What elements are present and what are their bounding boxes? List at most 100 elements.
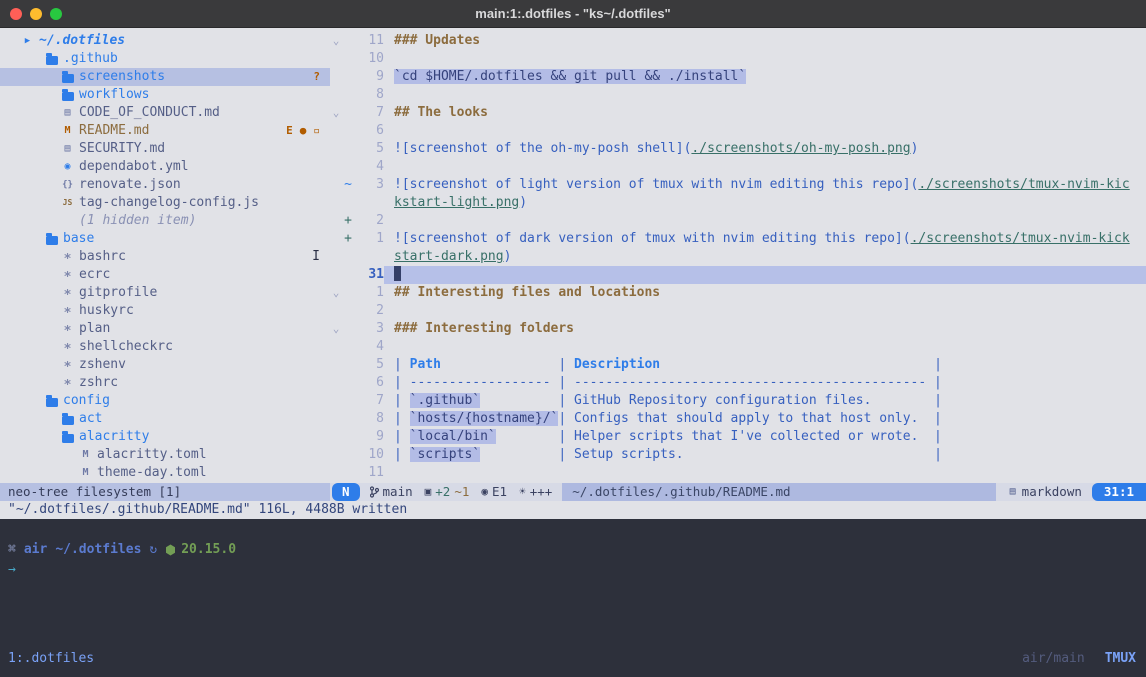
tree-item-github[interactable]: .github	[0, 50, 330, 68]
fold-marker	[330, 248, 342, 266]
tree-item-alacritty-toml[interactable]: Malacritty.toml	[0, 446, 330, 464]
git-branch[interactable]: main	[364, 483, 419, 501]
tree-item-bashrc[interactable]: ∗bashrcI	[0, 248, 330, 266]
tree-item-base[interactable]: base	[0, 230, 330, 248]
git-sign	[342, 86, 354, 104]
editor-line[interactable]: 6| ------------------ | ----------------…	[330, 374, 1146, 392]
tree-item-badges: ?	[313, 68, 320, 86]
tree-item-label: base	[63, 230, 94, 248]
line-text	[384, 86, 1146, 104]
tree-item-huskyrc[interactable]: ∗huskyrc	[0, 302, 330, 320]
editor-line[interactable]: 4	[330, 338, 1146, 356]
editor-line[interactable]: 7| `.github` | GitHub Repository configu…	[330, 392, 1146, 410]
tree-item-zshenv[interactable]: ∗zshenv	[0, 356, 330, 374]
tmux-label: TMUX	[1105, 649, 1136, 668]
editor-line[interactable]: 2	[330, 302, 1146, 320]
line-number: 8	[354, 86, 384, 104]
tree-item-label: .github	[63, 50, 118, 68]
tree-item-tag-changelog-config-js[interactable]: JStag-changelog-config.js	[0, 194, 330, 212]
tree-item-zshrc[interactable]: ∗zshrc	[0, 374, 330, 392]
editor-line[interactable]: 31	[330, 266, 1146, 284]
editor-line[interactable]: ⌄3### Interesting folders	[330, 320, 1146, 338]
tree-item-theme-day-toml[interactable]: Mtheme-day.toml	[0, 464, 330, 482]
editor-line[interactable]: 8	[330, 86, 1146, 104]
git-sign: +	[342, 212, 354, 230]
editor-line[interactable]: ⌄7## The looks	[330, 104, 1146, 122]
tree-item-workflows[interactable]: workflows	[0, 86, 330, 104]
tree-item-label: renovate.json	[79, 176, 181, 194]
shell-prompt: ⌘air~/.dotfiles↻ 20.15.0	[8, 540, 1138, 559]
command-line-message: "~/.dotfiles/.github/README.md" 116L, 44…	[0, 501, 1146, 519]
document-icon: ▤	[60, 104, 75, 122]
editor-line[interactable]: 10	[330, 50, 1146, 68]
tree-item-security-md[interactable]: ▤SECURITY.md	[0, 140, 330, 158]
tree-item-gitprofile[interactable]: ∗gitprofile	[0, 284, 330, 302]
editor-line[interactable]: 11	[330, 464, 1146, 482]
tree-item-dependabot-yml[interactable]: ◉dependabot.yml	[0, 158, 330, 176]
window-title: main:1:.dotfiles - "ks~/.dotfiles"	[475, 6, 670, 21]
editor-line[interactable]: 8| `hosts/{hostname}/`| Configs that sho…	[330, 410, 1146, 428]
fold-marker	[330, 446, 342, 464]
shell-pane[interactable]: ⌘air~/.dotfiles↻ 20.15.0 → 1:.dotfiles a…	[0, 519, 1146, 677]
editor-line[interactable]: ⌄1## Interesting files and locations	[330, 284, 1146, 302]
editor-line[interactable]: ~3![screenshot of light version of tmux …	[330, 176, 1146, 194]
document-icon: ▤	[60, 140, 75, 158]
editor-line[interactable]: 5| Path | Description |	[330, 356, 1146, 374]
tree-item-code-of-conduct-md[interactable]: ▤CODE_OF_CONDUCT.md	[0, 104, 330, 122]
editor-buffer[interactable]: ⌄11### Updates109`cd $HOME/.dotfiles && …	[330, 28, 1146, 483]
editor-line[interactable]: start-dark.png)	[330, 248, 1146, 266]
line-text: ### Interesting folders	[384, 320, 1146, 338]
tree-item-label: plan	[79, 320, 110, 338]
line-text: | `.github` | GitHub Repository configur…	[384, 392, 1146, 410]
tree-item-ecrc[interactable]: ∗ecrc	[0, 266, 330, 284]
statusline-row: neo-tree filesystem [1] N main ▣ +2 ~1 ◉…	[0, 483, 1146, 501]
shell-file-icon: ∗	[60, 356, 75, 374]
neotree-panel[interactable]: ▶~/.dotfiles.githubscreenshots?workflows…	[0, 28, 330, 483]
editor-line[interactable]: 5![screenshot of the oh-my-posh shell](.…	[330, 140, 1146, 158]
tree-item-shellcheckrc[interactable]: ∗shellcheckrc	[0, 338, 330, 356]
line-text: kstart-light.png)	[384, 194, 1146, 212]
line-text: start-dark.png)	[384, 248, 1146, 266]
tree-item-act[interactable]: act	[0, 410, 330, 428]
fold-marker	[330, 140, 342, 158]
editor-line[interactable]: 10| `scripts` | Setup scripts. |	[330, 446, 1146, 464]
editor-line[interactable]: 9`cd $HOME/.dotfiles && git pull && ./in…	[330, 68, 1146, 86]
folder-icon	[44, 395, 59, 407]
git-sign	[342, 104, 354, 122]
editor-line[interactable]: +2	[330, 212, 1146, 230]
editor-line[interactable]: kstart-light.png)	[330, 194, 1146, 212]
editor-line[interactable]: +1![screenshot of dark version of tmux w…	[330, 230, 1146, 248]
tree-item-label: tag-changelog-config.js	[79, 194, 259, 212]
tree-item-plan[interactable]: ∗plan	[0, 320, 330, 338]
tree-item-dotfiles[interactable]: ▶~/.dotfiles	[0, 32, 330, 50]
tree-item-label: gitprofile	[79, 284, 157, 302]
minimize-button[interactable]	[30, 8, 42, 20]
javascript-file-icon: JS	[60, 194, 75, 212]
tree-item-label: README.md	[79, 122, 149, 140]
editor-line[interactable]: 6	[330, 122, 1146, 140]
line-number: 5	[354, 140, 384, 158]
folder-icon	[44, 53, 59, 65]
line-text: `cd $HOME/.dotfiles && git pull && ./ins…	[384, 68, 1146, 86]
tree-item-config[interactable]: config	[0, 392, 330, 410]
tree-item-renovate-json[interactable]: {}renovate.json	[0, 176, 330, 194]
git-sign	[342, 320, 354, 338]
tree-item-screenshots[interactable]: screenshots?	[0, 68, 330, 86]
editor-line[interactable]: 9| `local/bin` | Helper scripts that I'v…	[330, 428, 1146, 446]
tree-item-alacritty[interactable]: alacritty	[0, 428, 330, 446]
tree-item-label: config	[63, 392, 110, 410]
tree-item-readme-md[interactable]: MREADME.mdE●▫	[0, 122, 330, 140]
line-number: 10	[354, 446, 384, 464]
git-sign	[342, 284, 354, 302]
tree-item-label: theme-day.toml	[97, 464, 207, 482]
line-number: 6	[354, 122, 384, 140]
tmux-window-name[interactable]: 1:.dotfiles	[8, 649, 94, 668]
zoom-button[interactable]	[50, 8, 62, 20]
line-text: | `hosts/{hostname}/`| Configs that shou…	[384, 410, 1146, 428]
close-button[interactable]	[10, 8, 22, 20]
tree-item-1-hidden-item[interactable]: (1 hidden item)	[0, 212, 330, 230]
fold-marker	[330, 86, 342, 104]
editor-line[interactable]: 4	[330, 158, 1146, 176]
line-number: 6	[354, 374, 384, 392]
editor-line[interactable]: ⌄11### Updates	[330, 32, 1146, 50]
